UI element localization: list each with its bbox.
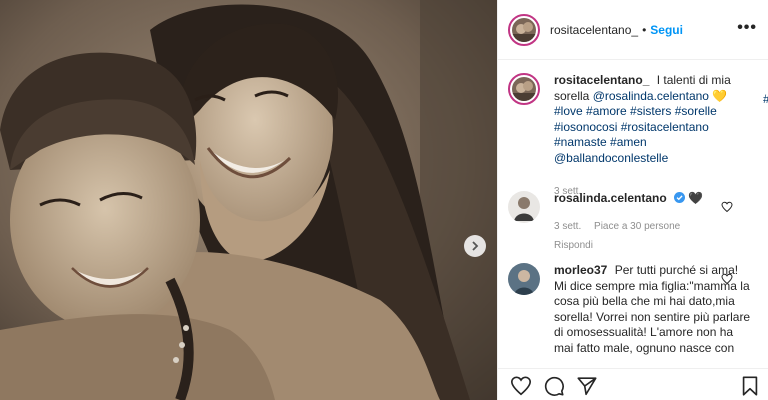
post-header: rositacelentano_ • Segui ••• [498,0,768,60]
reply-button[interactable]: Rispondi [554,238,753,254]
yellow-heart-icon: 💛 [712,88,728,103]
commenter-avatar[interactable] [508,191,540,223]
black-heart-icon: 🖤 [688,191,704,205]
avatar-image [512,77,536,101]
author-avatar[interactable] [508,13,540,46]
caption-username[interactable]: rositacelentano_ [554,73,649,87]
caption-body: rositacelentano_ I talenti di mia sorell… [554,73,753,200]
more-options-icon[interactable]: ••• [737,19,757,37]
avatar-image [508,263,540,295]
comment-date[interactable]: 3 sett. [554,221,581,232]
post-sidebar: rositacelentano_ • Segui ••• rositacelen… [497,0,768,400]
comment-row: morleo37 Per tutti purché si ama! Mi dic… [508,263,753,356]
like-comment-heart-icon[interactable] [721,273,733,285]
avatar-image [508,191,540,223]
avatar-image [512,17,536,42]
paper-plane-icon[interactable] [576,375,598,397]
heart-icon[interactable] [510,375,532,397]
next-photo-button[interactable] [464,235,486,257]
comment-username[interactable]: morleo37 [554,263,607,277]
comment-likes[interactable]: Piace a 30 persone [594,221,680,232]
caption-avatar[interactable] [508,73,540,105]
bookmark-icon[interactable] [739,375,761,397]
commenter-avatar[interactable] [508,263,540,295]
caption-row: rositacelentano_ I talenti di mia sorell… [508,73,753,200]
like-comment-heart-icon[interactable] [721,201,733,213]
sepia-photo-of-two-sisters [0,0,497,400]
clipped-hashtag-fragment: # [763,92,768,106]
post-photo[interactable] [0,0,497,400]
action-bar [498,368,768,400]
comments-list[interactable]: rositacelentano_ I talenti di mia sorell… [498,61,768,361]
caption-mention[interactable]: @rosalinda.celentano [593,89,709,103]
verified-badge-icon [674,192,686,203]
comment-meta: 3 sett. Piace a 30 persone [554,219,753,235]
comment-icon[interactable] [543,375,565,397]
caption-hashtags[interactable]: #love #amore #sisters #sorelle #iosonoco… [554,104,717,165]
follow-button[interactable]: Segui [650,23,683,37]
author-username[interactable]: rositacelentano_ [550,23,638,37]
separator-dot: • [642,22,647,37]
comment-row: rosalinda.celentano 🖤 3 sett. Piace a 30… [508,191,753,254]
chevron-right-icon [472,241,479,251]
comment-username[interactable]: rosalinda.celentano [554,191,667,205]
